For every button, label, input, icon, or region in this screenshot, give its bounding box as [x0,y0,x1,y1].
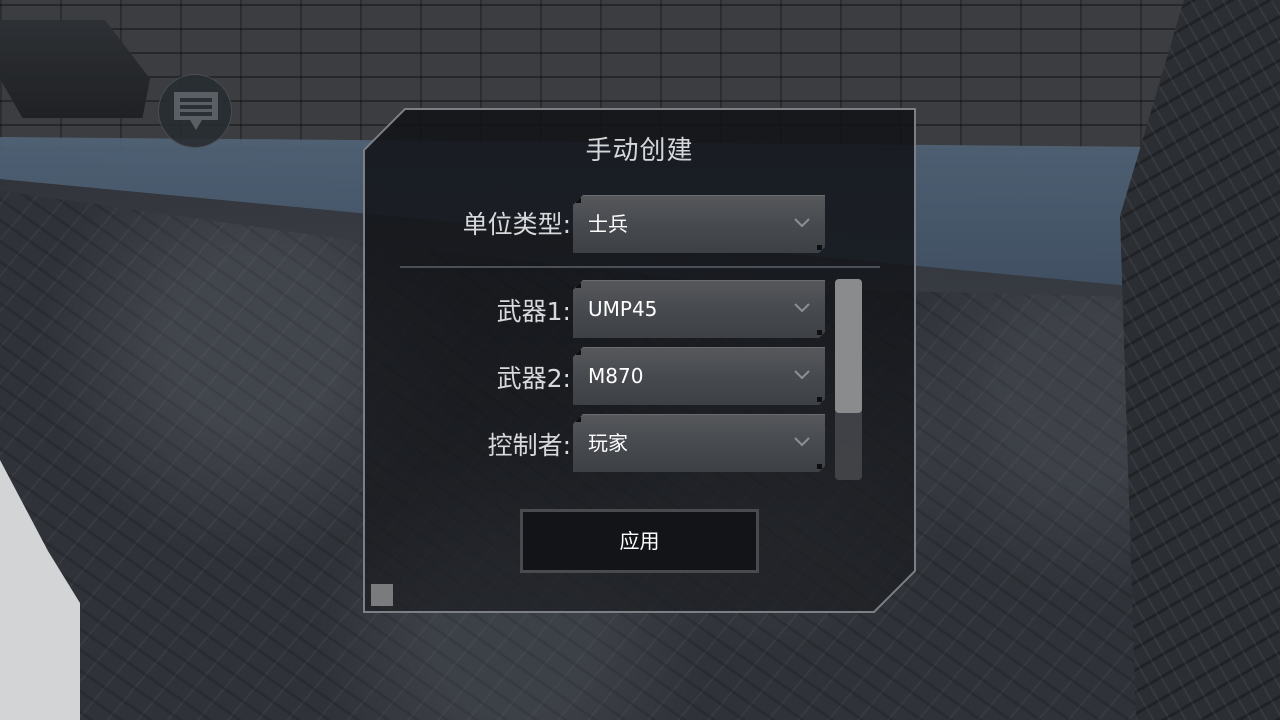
chevron-down-icon [794,437,810,447]
controller-select[interactable]: 玩家 [573,414,825,472]
apply-button[interactable]: 应用 [520,509,759,573]
unit-type-label: 单位类型: [462,210,571,239]
weapon2-label: 武器2: [496,364,571,393]
chevron-down-icon [794,218,810,228]
unit-type-value: 士兵 [588,212,628,236]
weapon2-select[interactable]: M870 [573,347,825,405]
weapon2-value: M870 [588,364,644,388]
chevron-down-icon [794,370,810,380]
dialog-title: 手动创建 [585,136,694,166]
weapon1-select[interactable]: UMP45 [573,280,825,338]
resize-handle[interactable] [371,584,393,606]
section-divider [400,266,880,268]
controller-label: 控制者: [487,431,571,460]
chevron-down-icon [794,303,810,313]
unit-type-select[interactable]: 士兵 [573,195,825,253]
controller-value: 玩家 [588,431,628,455]
scrollbar-thumb[interactable] [835,279,862,413]
manual-create-dialog: 手动创建 单位类型: 士兵 武器1: UMP45 武器2: M870 控制者: … [363,108,916,613]
weapon1-label: 武器1: [496,297,571,326]
chat-bubble-icon [174,92,218,130]
chat-button[interactable] [158,74,232,148]
weapon1-value: UMP45 [588,297,658,321]
